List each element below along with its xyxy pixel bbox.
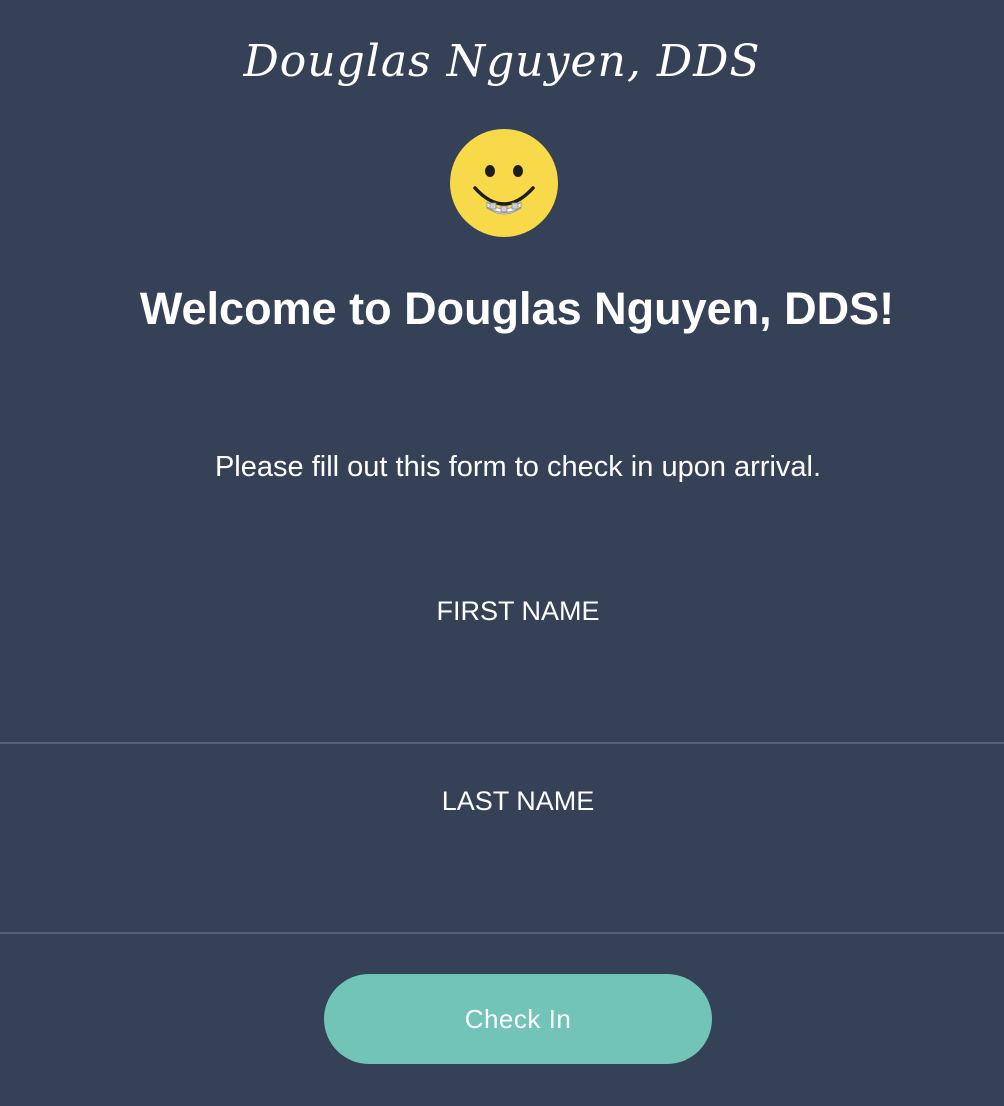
welcome-title: Welcome to Douglas Nguyen, DDS!	[139, 283, 895, 334]
last-name-input[interactable]	[0, 836, 1004, 934]
check-in-button[interactable]: Check In	[324, 974, 712, 1064]
checkin-page: Douglas Nguyen, DDS Welcome to Douglas N…	[0, 0, 1004, 1106]
intro-text: Please fill out this form to check in up…	[214, 451, 822, 483]
first-name-group: FIRST NAME	[0, 556, 1004, 746]
first-name-input[interactable]	[0, 646, 1004, 744]
last-name-label: LAST NAME	[441, 786, 595, 816]
brand-name: Douglas Nguyen, DDS	[243, 36, 761, 87]
smiley-with-braces-icon	[450, 129, 558, 237]
first-name-label: FIRST NAME	[436, 596, 600, 626]
last-name-group: LAST NAME	[0, 746, 1004, 936]
